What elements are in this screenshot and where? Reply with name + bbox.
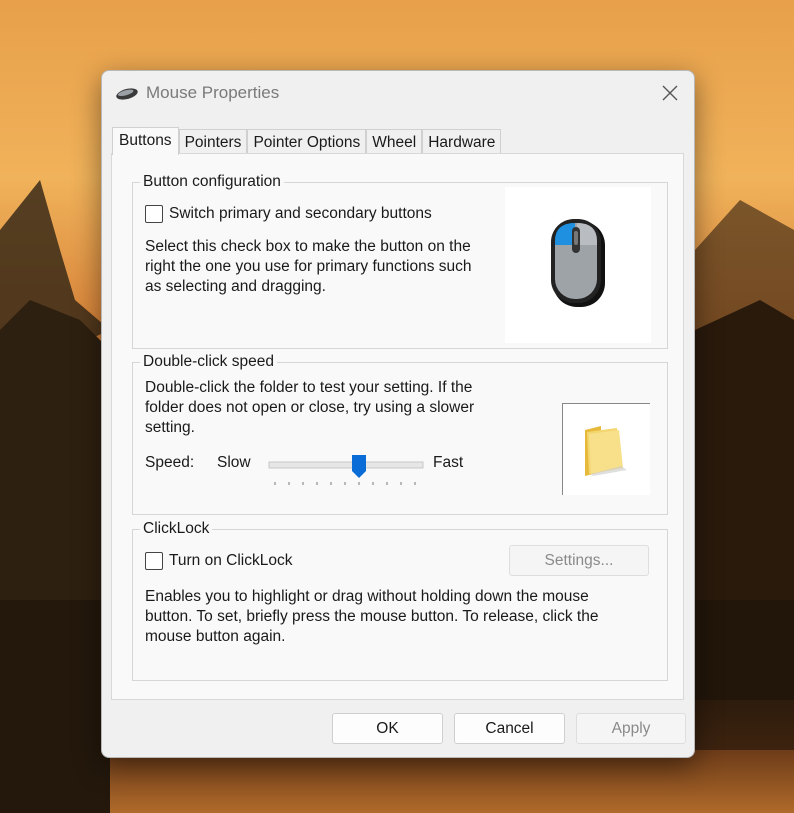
description-line: button. To set, briefly press the mouse … xyxy=(145,608,599,625)
switch-buttons-checkbox[interactable] xyxy=(145,205,163,223)
tab-pointer-options[interactable]: Pointer Options xyxy=(247,129,367,154)
description-line: Enables you to highlight or drag without… xyxy=(145,588,589,605)
checkbox-label: Switch primary and secondary buttons xyxy=(169,205,432,222)
folder-icon xyxy=(585,426,627,476)
description-line: as selecting and dragging. xyxy=(145,278,326,295)
slider-ticks xyxy=(274,482,416,485)
slider-thumb[interactable] xyxy=(352,455,366,478)
description-line: folder does not open or close, try using… xyxy=(145,399,475,416)
clicklock-group: ClickLock Turn on ClickLock Settings... … xyxy=(132,520,668,681)
group-heading: Button configuration xyxy=(140,173,284,191)
clicklock-checkbox[interactable] xyxy=(145,552,163,570)
tab-pointers[interactable]: Pointers xyxy=(178,129,248,154)
folder-test-area[interactable] xyxy=(562,403,650,495)
button-configuration-group: Button configuration Switch primary and … xyxy=(132,173,668,349)
ok-button[interactable]: OK xyxy=(332,713,443,744)
speed-slider[interactable] xyxy=(267,451,427,491)
description-line: mouse button again. xyxy=(145,628,286,645)
tab-panel-buttons: Button configuration Switch primary and … xyxy=(111,153,684,700)
mouse-illustration-icon xyxy=(551,219,605,307)
group-heading: ClickLock xyxy=(140,520,213,538)
mouse-preview xyxy=(505,187,651,343)
description-line: Double-click the folder to test your set… xyxy=(145,379,473,396)
window-title: Mouse Properties xyxy=(146,83,280,102)
fast-label: Fast xyxy=(433,454,464,471)
mouse-properties-window: Mouse Properties Buttons Pointers Pointe… xyxy=(101,70,695,758)
clicklock-settings-button[interactable]: Settings... xyxy=(509,545,649,576)
checkbox-label: Turn on ClickLock xyxy=(169,552,293,569)
speed-label: Speed: xyxy=(145,454,195,471)
tab-buttons[interactable]: Buttons xyxy=(112,127,179,155)
close-icon[interactable] xyxy=(656,79,684,107)
tab-hardware[interactable]: Hardware xyxy=(422,129,502,154)
tab-wheel[interactable]: Wheel xyxy=(366,129,423,154)
title-bar: Mouse Properties xyxy=(102,71,694,115)
tab-strip: Buttons Pointers Pointer Options Wheel H… xyxy=(112,127,502,155)
double-click-speed-group: Double-click speed Double-click the fold… xyxy=(132,353,668,515)
cancel-button[interactable]: Cancel xyxy=(454,713,565,744)
apply-button[interactable]: Apply xyxy=(576,713,686,744)
description-line: setting. xyxy=(145,419,195,436)
slow-label: Slow xyxy=(217,454,251,471)
description-line: right the one you use for primary functi… xyxy=(145,258,472,275)
description-line: Select this check box to make the button… xyxy=(145,238,471,255)
mouse-icon xyxy=(116,88,138,100)
group-heading: Double-click speed xyxy=(140,353,277,371)
